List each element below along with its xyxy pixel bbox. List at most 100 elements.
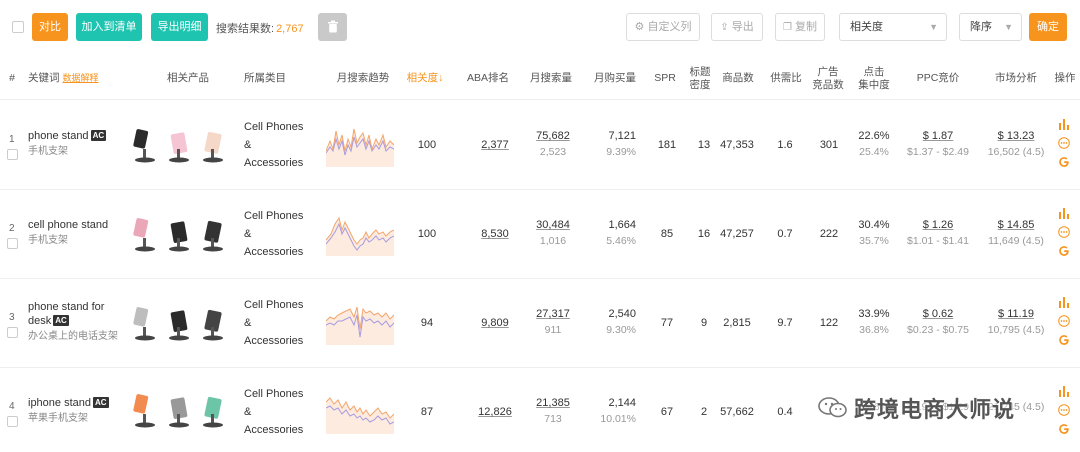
row-checkbox[interactable]	[7, 327, 18, 338]
search-trend-sparkline[interactable]	[326, 388, 394, 434]
col-monthly-search[interactable]: 月搜索量	[526, 72, 576, 85]
product-thumbnail[interactable]	[130, 390, 162, 430]
col-ad-products[interactable]: 广告 竞品数	[808, 66, 848, 92]
col-click-concentration[interactable]: 点击 集中度	[854, 66, 894, 92]
bar-chart-icon[interactable]	[1058, 385, 1070, 397]
product-thumbnail[interactable]	[130, 125, 162, 165]
more-icon[interactable]	[1058, 315, 1070, 327]
monthly-search-cell: 75,682 2,523	[528, 130, 578, 158]
custom-columns-button[interactable]: ⚙ 自定义列	[626, 13, 700, 41]
purchase-rate-value: 9.39%	[606, 146, 636, 158]
product-thumbnail[interactable]	[198, 214, 230, 254]
product-thumbnail[interactable]	[130, 303, 162, 343]
more-icon[interactable]	[1058, 404, 1070, 416]
data-explain-link[interactable]: 数据解释	[63, 73, 99, 83]
spr-value: 181	[657, 139, 677, 151]
ppc-range: $0.23 - $0.75	[907, 324, 969, 336]
col-keyword[interactable]: 关键词 数据解释	[28, 72, 99, 85]
amazon-choice-badge: AC	[53, 315, 69, 326]
product-thumbnail[interactable]	[164, 214, 196, 254]
bar-chart-icon[interactable]	[1058, 207, 1070, 219]
col-relevance[interactable]: 相关度↓	[400, 72, 450, 85]
product-count-value: 2,815	[723, 317, 751, 329]
delete-button[interactable]	[318, 13, 347, 41]
col-title-density-line2: 密度	[689, 79, 711, 91]
more-icon[interactable]	[1058, 137, 1070, 149]
table-row[interactable]: 1 phone stand AC 手机支架 Cell Phones & Acce…	[0, 101, 1080, 190]
monthly-search-value[interactable]: 27,317	[536, 308, 570, 320]
product-thumbnail[interactable]	[198, 303, 230, 343]
row-checkbox[interactable]	[7, 149, 18, 160]
aba-rank-value[interactable]: 9,809	[470, 317, 520, 329]
aba-rank-value[interactable]: 12,826	[470, 406, 520, 418]
click-concentration-cell: 33.9% 36.8%	[854, 308, 894, 336]
more-icon[interactable]	[1058, 226, 1070, 238]
sort-order-select[interactable]: 降序 ▼	[959, 13, 1022, 41]
col-aba[interactable]: ABA排名	[462, 72, 514, 85]
keyword-link[interactable]: cell phone stand	[28, 219, 108, 231]
click-concentration-cell: 30.4% 35.7%	[854, 219, 894, 247]
col-monthly-purchase[interactable]: 月购买量	[590, 72, 640, 85]
product-thumbnail[interactable]	[164, 303, 196, 343]
sort-field-select[interactable]: 相关度 ▼	[839, 13, 947, 41]
market-review-value: 16,502 (4.5)	[987, 146, 1045, 158]
search-trend-sparkline[interactable]	[326, 210, 394, 256]
google-icon[interactable]	[1058, 245, 1070, 257]
row-actions	[1058, 296, 1072, 353]
row-checkbox[interactable]	[7, 416, 18, 427]
market-price-value[interactable]: $ 11.19	[982, 308, 1050, 320]
ppc-value[interactable]: $ 0.62	[900, 308, 976, 320]
col-spr[interactable]: SPR	[650, 72, 680, 85]
ppc-cell: $ 1.26 $1.01 - $1.41	[900, 219, 976, 247]
monthly-search-value[interactable]: 75,682	[536, 130, 570, 142]
product-thumbnail[interactable]	[198, 125, 230, 165]
col-market[interactable]: 市场分析	[990, 72, 1042, 85]
google-icon[interactable]	[1058, 156, 1070, 168]
row-actions	[1058, 118, 1072, 175]
toolbar: 对比 加入到清单 导出明细 搜索结果数: 2,767 ⚙ 自定义列 ⇪ 导出 ❐ …	[0, 0, 1080, 56]
add-to-list-button[interactable]: 加入到清单	[76, 13, 142, 41]
google-icon[interactable]	[1058, 423, 1070, 435]
bar-chart-icon[interactable]	[1058, 118, 1070, 130]
monthly-purchase-value: 2,144	[608, 397, 636, 409]
select-all-checkbox[interactable]	[12, 21, 24, 33]
export-button[interactable]: ⇪ 导出	[711, 13, 763, 41]
bar-chart-icon[interactable]	[1058, 296, 1070, 308]
row-index: 4	[9, 401, 15, 412]
spr-value: 85	[660, 228, 674, 240]
compare-button[interactable]: 对比	[32, 13, 68, 41]
monthly-search-value[interactable]: 30,484	[536, 219, 570, 231]
col-product-count[interactable]: 商品数	[718, 72, 758, 85]
keyword-link[interactable]: iphone stand	[28, 397, 91, 409]
ppc-value[interactable]: $ 1.26	[900, 219, 976, 231]
col-title-density[interactable]: 标题 密度	[686, 66, 714, 92]
monthly-search-value[interactable]: 21,385	[536, 397, 570, 409]
table-row[interactable]: 3 phone stand for desk AC 办公桌上的电话支架 Cell…	[0, 279, 1080, 368]
table-row[interactable]: 2 cell phone stand 手机支架 Cell Phones & Ac…	[0, 190, 1080, 279]
col-supply-ratio[interactable]: 供需比	[766, 72, 806, 85]
search-trend-sparkline[interactable]	[326, 299, 394, 345]
product-thumbnail[interactable]	[164, 125, 196, 165]
row-actions	[1058, 385, 1072, 442]
market-price-value[interactable]: $ 14.85	[982, 219, 1050, 231]
copy-button[interactable]: ❐ 复制	[775, 13, 825, 41]
col-ad-products-line1: 广告	[817, 66, 839, 78]
daily-search-value: 2,523	[539, 146, 567, 158]
keyword-translation: 手机支架	[28, 146, 68, 157]
category-line-2: &	[244, 228, 252, 240]
keyword-link[interactable]: phone stand	[28, 130, 89, 142]
product-thumbnail[interactable]	[198, 390, 230, 430]
google-icon[interactable]	[1058, 334, 1070, 346]
col-ppc[interactable]: PPC竞价	[912, 72, 964, 85]
ppc-value[interactable]: $ 1.87	[900, 130, 976, 142]
search-trend-sparkline[interactable]	[326, 121, 394, 167]
category-cell: Cell Phones & Accessories	[244, 118, 314, 172]
product-thumbnail[interactable]	[164, 390, 196, 430]
row-checkbox[interactable]	[7, 238, 18, 249]
aba-rank-value[interactable]: 8,530	[470, 228, 520, 240]
product-thumbnail[interactable]	[130, 214, 162, 254]
export-detail-button[interactable]: 导出明细	[151, 13, 208, 41]
confirm-button[interactable]: 确定	[1029, 13, 1067, 41]
market-price-value[interactable]: $ 13.23	[982, 130, 1050, 142]
aba-rank-value[interactable]: 2,377	[470, 139, 520, 151]
